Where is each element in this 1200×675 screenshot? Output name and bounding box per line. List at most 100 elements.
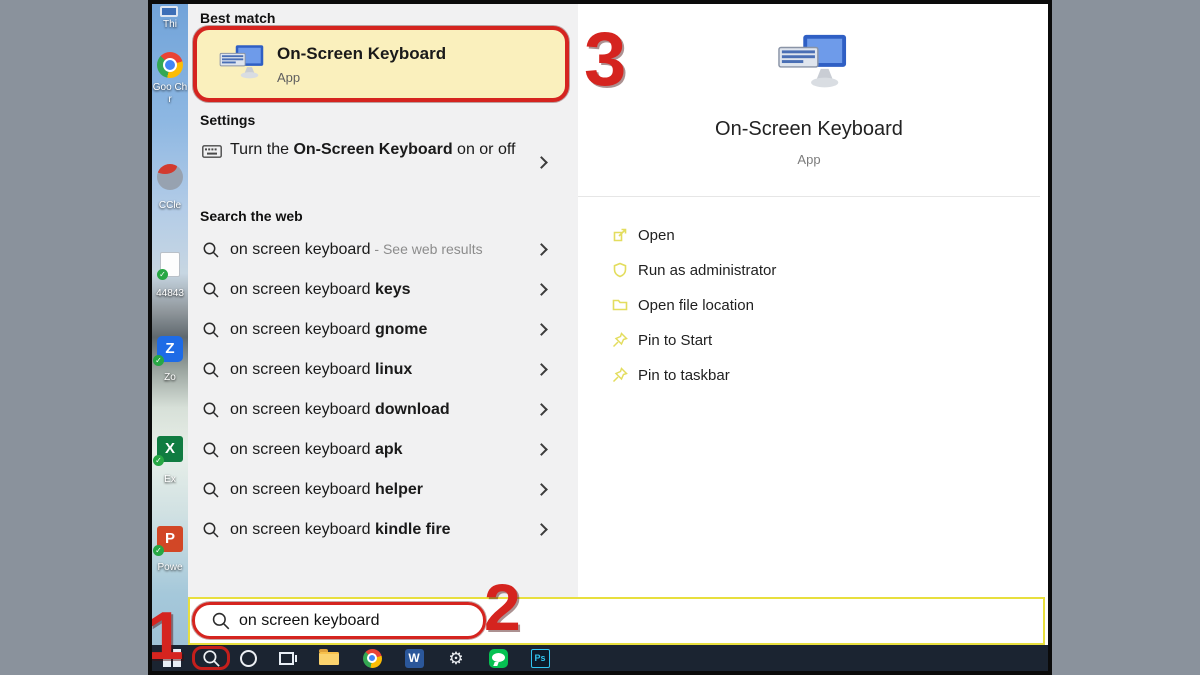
web-suggestion[interactable]: on screen keyboard keys (188, 270, 578, 310)
run-as-administrator-icon (612, 262, 628, 278)
photoshop-button[interactable]: Ps (528, 645, 552, 671)
chrome-button[interactable] (360, 645, 384, 671)
search-icon (202, 321, 220, 339)
chevron-right-icon[interactable] (535, 483, 548, 496)
excel-glyph: X (165, 440, 175, 457)
desktop-icon-label: CCle (152, 200, 188, 212)
chevron-right-icon[interactable] (535, 283, 548, 296)
screen: Thi Goo Chr CCle ✓ 44843 Z ✓ Zo X ✓ Ex P… (152, 4, 1048, 671)
search-input[interactable] (239, 612, 459, 630)
action-label: Pin to taskbar (638, 367, 730, 384)
chevron-right-icon[interactable] (535, 363, 548, 376)
line-app-button[interactable] (486, 645, 510, 671)
chevron-right-icon[interactable] (535, 156, 548, 169)
powerpoint-icon[interactable]: P ✓ (157, 526, 183, 552)
annotation-step-2: 2 (484, 574, 521, 640)
web-suggestion[interactable]: on screen keyboard linux (188, 350, 578, 390)
pin-to-taskbar-icon (612, 367, 628, 383)
annotation-box-search-button (192, 646, 230, 670)
web-suggestion[interactable]: on screen keyboard download (188, 390, 578, 430)
desktop-icon-label: Ex (152, 474, 188, 486)
this-pc-icon[interactable] (160, 6, 178, 17)
desktop-icon-label: Goo Chr (152, 82, 188, 106)
zalo-icon[interactable]: Z ✓ (157, 336, 183, 362)
chevron-right-icon[interactable] (535, 323, 548, 336)
document-icon[interactable]: ✓ (160, 252, 180, 277)
suggestion-text: on screen keyboard gnome (230, 321, 427, 339)
settings-button[interactable]: ⚙ (444, 645, 468, 671)
action-pin-to-start[interactable]: Pin to Start (578, 323, 1040, 358)
word-button[interactable]: W (402, 645, 426, 671)
best-match-result[interactable]: On-Screen Keyboard App (193, 26, 569, 102)
folder-icon (319, 652, 339, 665)
line-icon (489, 649, 508, 668)
app-subtitle: App (578, 152, 1040, 167)
suggestion-bold: apk (375, 441, 403, 458)
web-suggestion[interactable]: on screen keyboard gnome (188, 310, 578, 350)
search-icon (202, 241, 220, 259)
photoshop-icon: Ps (531, 649, 550, 668)
search-icon (211, 611, 231, 631)
ccleaner-icon[interactable] (157, 164, 183, 190)
desktop-wallpaper: Thi Goo Chr CCle ✓ 44843 Z ✓ Zo X ✓ Ex P… (152, 4, 188, 645)
search-icon (202, 481, 220, 499)
action-pin-to-taskbar[interactable]: Pin to taskbar (578, 358, 1040, 393)
suggestion-text: on screen keyboard linux (230, 361, 412, 379)
suggestion-base: on screen keyboard (230, 321, 375, 338)
check-badge-icon: ✓ (153, 455, 164, 466)
action-label: Open file location (638, 297, 754, 314)
excel-icon[interactable]: X ✓ (157, 436, 183, 462)
web-suggestion[interactable]: on screen keyboard apk (188, 430, 578, 470)
search-results-panel: Best match On-Screen Keyboard App Settin… (188, 4, 578, 597)
suggestion-base: on screen keyboard (230, 281, 375, 298)
suggestion-bold: kindle fire (375, 521, 451, 538)
desktop-icon-label: Zo (152, 372, 188, 384)
search-input-highlight-box (192, 602, 486, 639)
settings-result[interactable]: Turn the On-Screen Keyboard on or off (188, 134, 578, 196)
web-suggestion[interactable]: on screen keyboard helper (188, 470, 578, 510)
action-label: Pin to Start (638, 332, 712, 349)
action-run-as-administrator[interactable]: Run as administrator (578, 253, 1040, 288)
chevron-right-icon[interactable] (535, 523, 548, 536)
search-icon (202, 401, 220, 419)
chevron-right-icon[interactable] (535, 443, 548, 456)
search-icon (202, 281, 220, 299)
action-open-file-location[interactable]: Open file location (578, 288, 1040, 323)
cortana-button[interactable] (236, 645, 260, 671)
web-suggestions-list: on screen keyboard - See web results on … (188, 230, 578, 550)
task-view-button[interactable] (273, 645, 299, 671)
search-the-web-header: Search the web (200, 208, 303, 224)
desktop-icon-label: Thi (152, 19, 188, 31)
check-badge-icon: ✓ (153, 545, 164, 556)
screenshot-frame: Thi Goo Chr CCle ✓ 44843 Z ✓ Zo X ✓ Ex P… (148, 0, 1052, 675)
chevron-right-icon[interactable] (535, 403, 548, 416)
suggestion-base: on screen keyboard (230, 481, 375, 498)
taskbar: W ⚙ Ps (152, 645, 1048, 671)
chevron-right-icon[interactable] (535, 243, 548, 256)
cortana-icon (240, 650, 257, 667)
suggestion-text: on screen keyboard keys (230, 281, 411, 299)
app-actions-list: Open Run as administrator Open file loca… (578, 218, 1040, 393)
taskbar-search-bar[interactable] (188, 597, 1045, 645)
desktop-icon-label: 44843 (152, 288, 188, 300)
suggestion-base: on screen keyboard (230, 521, 375, 538)
best-match-header: Best match (200, 10, 275, 26)
file-explorer-button[interactable] (317, 645, 341, 671)
action-open[interactable]: Open (578, 218, 1040, 253)
suggestion-bold: keys (375, 281, 411, 298)
web-suggestion[interactable]: on screen keyboard - See web results (188, 230, 578, 270)
suggestion-text: on screen keyboard - See web results (230, 241, 483, 259)
divider (578, 196, 1040, 197)
settings-result-text: Turn the On-Screen Keyboard on or off (230, 138, 530, 161)
annotation-step-1: 1 (152, 602, 184, 670)
desktop-icon-label: Powe (152, 562, 188, 574)
web-suggestion[interactable]: on screen keyboard kindle fire (188, 510, 578, 550)
google-chrome-icon[interactable] (157, 52, 183, 78)
powerpoint-glyph: P (165, 530, 175, 547)
best-match-text: On-Screen Keyboard App (277, 44, 446, 85)
suggestion-text: on screen keyboard kindle fire (230, 521, 451, 539)
chrome-icon (363, 649, 382, 668)
suggestion-base: on screen keyboard (230, 361, 375, 378)
suggestion-text: on screen keyboard download (230, 401, 450, 419)
keyboard-icon (202, 145, 222, 158)
